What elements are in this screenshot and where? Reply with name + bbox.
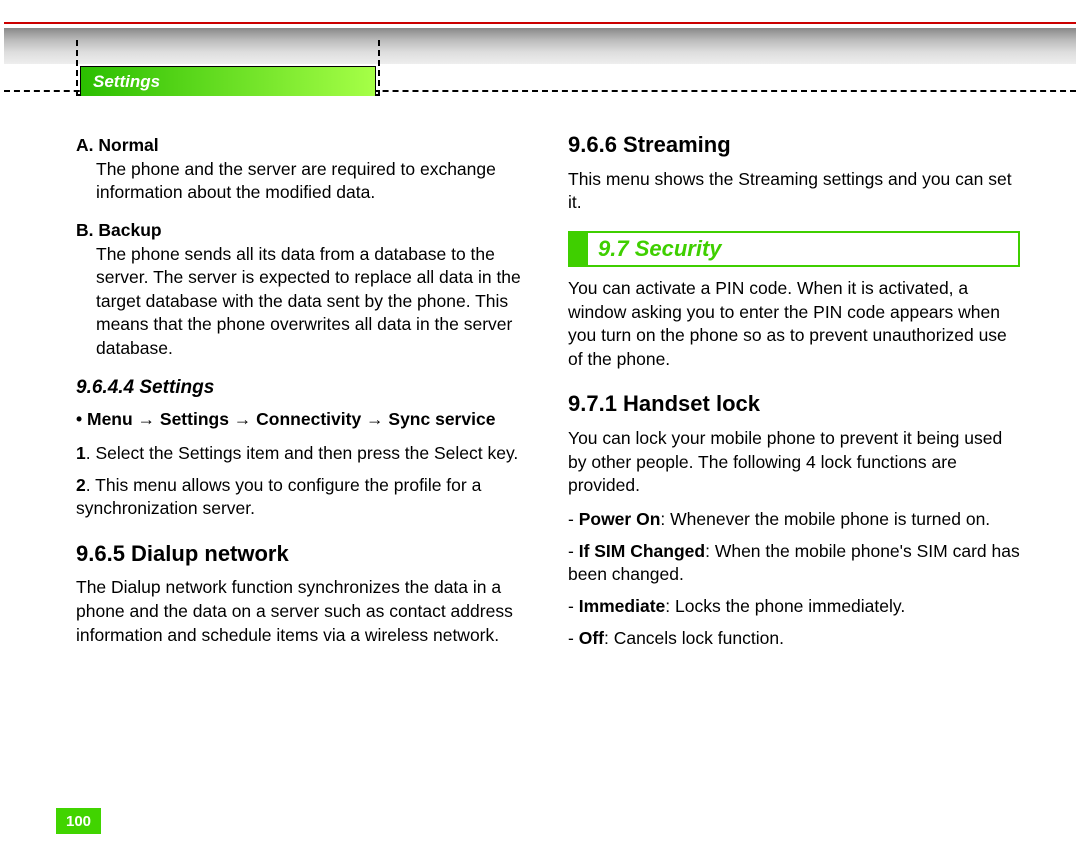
- content-columns: A. Normal The phone and the server are r…: [76, 130, 1020, 784]
- opt4-text: : Cancels lock function.: [604, 628, 784, 648]
- heading-9-6-5: 9.6.5 Dialup network: [76, 539, 528, 569]
- section-tab-label: Settings: [93, 72, 160, 92]
- left-column: A. Normal The phone and the server are r…: [76, 130, 528, 784]
- opt2-label: If SIM Changed: [579, 541, 705, 561]
- opt1-label: Power On: [579, 509, 661, 529]
- body-9-7: You can activate a PIN code. When it is …: [568, 277, 1020, 372]
- step-1-text: . Select the Settings item and then pres…: [86, 443, 519, 463]
- heading-9-6-4-4: 9.6.4.4 Settings: [76, 375, 528, 401]
- page-number: 100: [56, 808, 101, 834]
- section-9-7-box: 9.7 Security: [568, 231, 1020, 267]
- section-tab-settings: Settings: [80, 66, 376, 96]
- heading-9-7-1: 9.7.1 Handset lock: [568, 389, 1020, 419]
- step-2: 2. This menu allows you to configure the…: [76, 474, 528, 521]
- opt3-text: : Locks the phone immediately.: [665, 596, 905, 616]
- item-b-body: The phone sends all its data from a data…: [96, 243, 528, 361]
- step-2-text: . This menu allows you to configure the …: [76, 475, 481, 519]
- manual-page: Settings A. Normal The phone and the ser…: [0, 0, 1080, 864]
- step-1: 1. Select the Settings item and then pre…: [76, 442, 528, 466]
- lock-option-off: - Off: Cancels lock function.: [568, 627, 1020, 651]
- opt3-label: Immediate: [579, 596, 666, 616]
- item-a-head: A. Normal: [76, 134, 528, 158]
- menu-path: • Menu → Settings → Connectivity → Sync …: [76, 408, 528, 432]
- section-9-7-title: 9.7 Security: [588, 233, 722, 265]
- heading-9-6-6: 9.6.6 Streaming: [568, 130, 1020, 160]
- top-red-divider: [4, 22, 1076, 24]
- step-2-number: 2: [76, 475, 86, 495]
- item-a-body: The phone and the server are required to…: [96, 158, 528, 205]
- body-9-6-6: This menu shows the Streaming settings a…: [568, 168, 1020, 215]
- lock-option-immediate: - Immediate: Locks the phone immediately…: [568, 595, 1020, 619]
- section-9-7-bar-icon: [570, 233, 588, 265]
- right-column: 9.6.6 Streaming This menu shows the Stre…: [568, 130, 1020, 784]
- intro-9-7-1: You can lock your mobile phone to preven…: [568, 427, 1020, 498]
- lock-option-power-on: - Power On: Whenever the mobile phone is…: [568, 508, 1020, 532]
- opt4-label: Off: [579, 628, 604, 648]
- lock-option-if-sim-changed: - If SIM Changed: When the mobile phone'…: [568, 540, 1020, 587]
- step-1-number: 1: [76, 443, 86, 463]
- opt1-text: : Whenever the mobile phone is turned on…: [660, 509, 990, 529]
- body-9-6-5: The Dialup network function synchronizes…: [76, 576, 528, 647]
- item-b-head: B. Backup: [76, 219, 528, 243]
